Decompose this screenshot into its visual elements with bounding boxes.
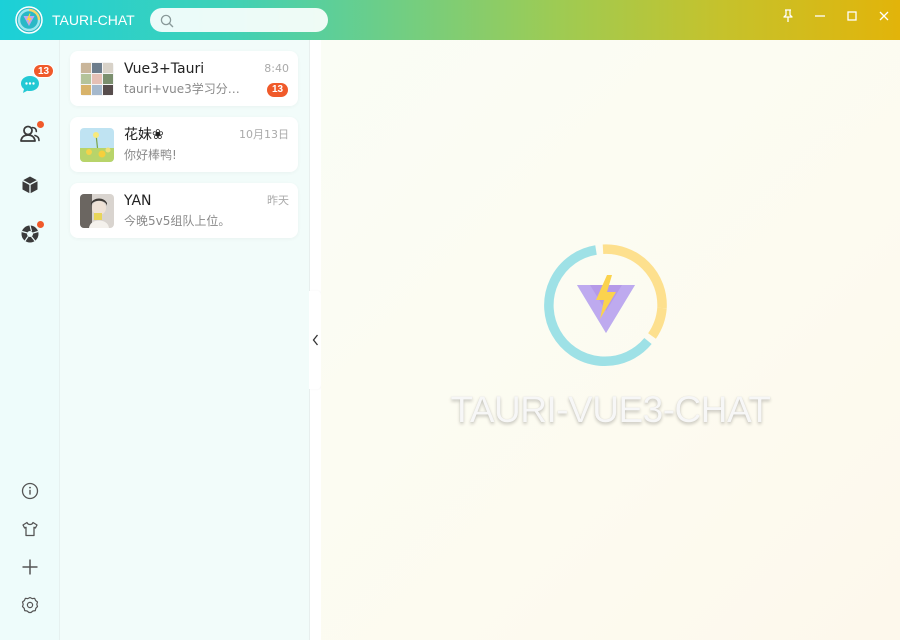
maximize-icon <box>842 6 862 26</box>
chat-time: 昨天 <box>267 194 289 207</box>
maximize-button[interactable] <box>842 6 862 26</box>
sidebar-item-chat[interactable]: 13 <box>16 64 55 98</box>
tshirt-icon <box>19 521 41 544</box>
chat-time: 10月13日 <box>239 128 289 141</box>
chat-list: Vue3+Tauri 8:40 tauri+vue3学习分享... 13 花妹❀… <box>60 40 310 640</box>
settings-button[interactable] <box>19 594 41 616</box>
skin-button[interactable] <box>19 518 41 540</box>
sidebar: 13 <box>0 40 60 640</box>
pin-icon <box>778 6 798 26</box>
chat-time: 8:40 <box>264 62 289 75</box>
add-button[interactable] <box>19 556 41 578</box>
info-icon <box>19 482 41 506</box>
notification-dot <box>37 221 44 228</box>
chat-name: Vue3+Tauri <box>124 61 205 77</box>
minimize-button[interactable] <box>810 6 830 26</box>
chat-item[interactable]: Vue3+Tauri 8:40 tauri+vue3学习分享... 13 <box>70 51 298 106</box>
cube-icon <box>16 171 44 199</box>
brand-text: TAURI-VUE3-CHAT <box>450 389 771 430</box>
about-button[interactable] <box>19 480 41 502</box>
sidebar-item-favorites[interactable] <box>16 171 44 199</box>
app-logo-icon <box>15 6 43 34</box>
avatar <box>80 128 114 162</box>
unread-badge: 13 <box>267 83 288 97</box>
chat-preview: 你好棒鸭! <box>124 148 177 162</box>
main-panel: TAURI-VUE3-CHAT <box>321 40 900 640</box>
chat-name: 花妹❀ <box>124 127 164 143</box>
group-avatar <box>80 62 114 96</box>
avatar <box>80 194 114 228</box>
plus-icon <box>19 559 41 582</box>
search-input[interactable] <box>178 10 318 30</box>
collapse-sidebar-button[interactable] <box>309 291 321 389</box>
notification-dot <box>37 121 44 128</box>
chat-item[interactable]: 花妹❀ 10月13日 你好棒鸭! <box>70 117 298 172</box>
search-box[interactable] <box>150 8 328 32</box>
chat-preview: tauri+vue3学习分享... <box>124 82 250 96</box>
unread-badge: 13 <box>33 64 55 78</box>
sidebar-item-contacts[interactable] <box>16 120 44 148</box>
title-bar: TAURI-CHAT <box>0 0 900 40</box>
pin-button[interactable] <box>778 6 798 26</box>
chat-preview: 今晚5v5组队上位。 <box>124 214 231 228</box>
minimize-icon <box>810 6 830 26</box>
sidebar-item-moments[interactable] <box>16 220 44 248</box>
chat-item[interactable]: YAN 昨天 今晚5v5组队上位。 <box>70 183 298 238</box>
gear-icon <box>19 596 41 620</box>
chat-name: YAN <box>124 193 152 209</box>
close-icon <box>874 6 894 26</box>
app-title: TAURI-CHAT <box>52 12 135 28</box>
search-icon <box>160 13 174 28</box>
close-button[interactable] <box>874 6 894 26</box>
brand-logo-icon <box>544 243 668 367</box>
